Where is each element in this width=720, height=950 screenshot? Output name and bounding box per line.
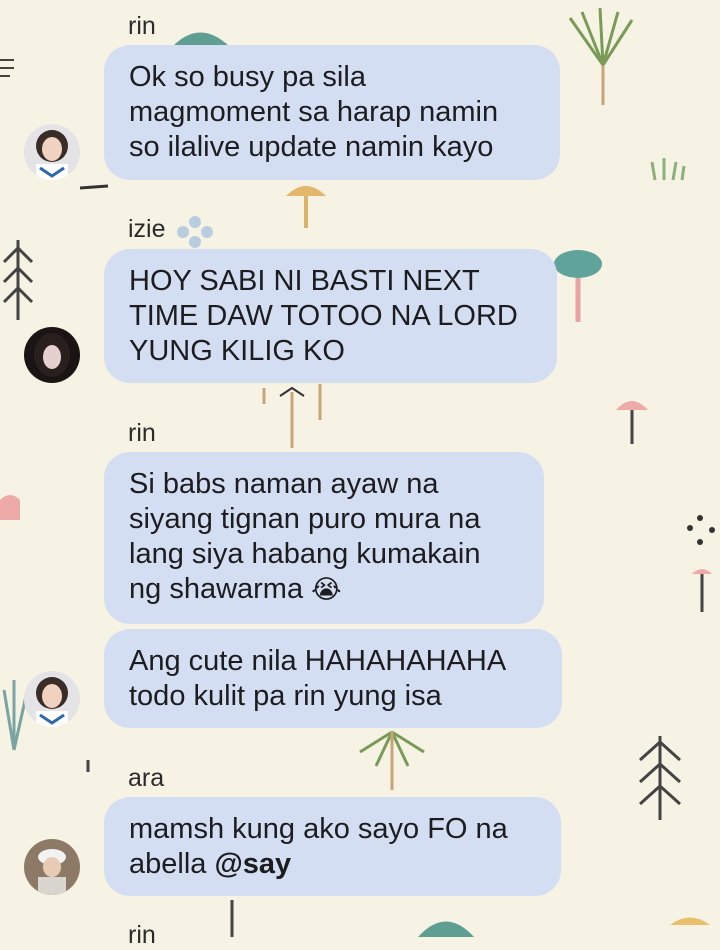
sender-name: izie	[128, 215, 166, 243]
message-text: Ang cute nila HAHAHAHAHA	[129, 645, 507, 677]
avatar[interactable]	[24, 327, 80, 383]
message-text: lang siya habang kumakain	[129, 538, 481, 570]
message-text: Ok so busy pa sila	[129, 61, 366, 93]
message-text: mamsh kung ako sayo FO na	[129, 813, 508, 845]
sender-name: ara	[128, 764, 165, 792]
message-text: todo kulit pa rin yung isa	[129, 680, 442, 712]
message-text: abella @say	[129, 847, 535, 882]
message-text: magmoment sa harap namin	[129, 96, 499, 128]
sender-name: rin	[128, 921, 156, 949]
sender-name: rin	[128, 419, 156, 447]
message-text: so ilalive update namin kayo	[129, 131, 494, 163]
message-bubble[interactable]: HOY SABI NI BASTI NEXT TIME DAW TOTOO NA…	[104, 249, 557, 383]
avatar[interactable]	[24, 124, 80, 180]
message-text: YUNG KILIG KO	[129, 335, 345, 367]
message-text-part: abella	[129, 848, 207, 880]
message-text: ng shawarma 😭	[129, 572, 518, 608]
message-bubble[interactable]: mamsh kung ako sayo FO na abella @say	[104, 797, 561, 896]
message-text: Si babs naman ayaw na	[129, 468, 439, 500]
message-text: siyang tignan puro mura na	[129, 503, 481, 535]
message-bubble[interactable]: Si babs naman ayaw na siyang tignan puro…	[104, 452, 544, 624]
message-bubble[interactable]: Ok so busy pa sila magmoment sa harap na…	[104, 45, 560, 180]
message-text: TIME DAW TOTOO NA LORD	[129, 300, 518, 332]
crying-face-emoji-icon: 😭	[311, 575, 342, 605]
mention-link[interactable]: @say	[214, 848, 291, 880]
avatar[interactable]	[24, 839, 80, 895]
message-text: HOY SABI NI BASTI NEXT	[129, 265, 480, 297]
avatar[interactable]	[24, 671, 80, 727]
message-bubble[interactable]: Ang cute nila HAHAHAHAHA todo kulit pa r…	[104, 629, 562, 728]
sender-name: rin	[128, 12, 156, 40]
message-text-part: ng shawarma	[129, 573, 304, 605]
